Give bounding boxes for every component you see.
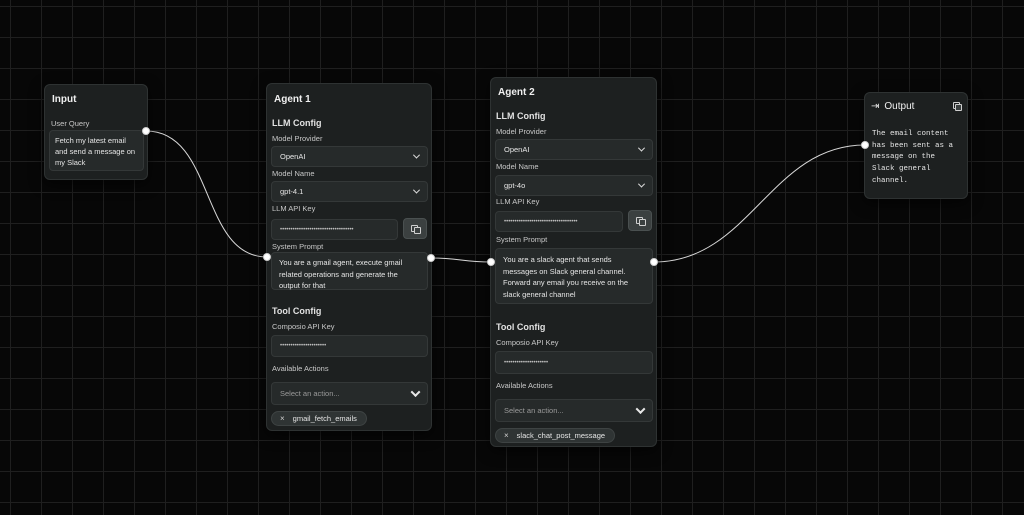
copy-icon: [411, 224, 421, 234]
agent2-model-name-label: Model Name: [496, 162, 539, 171]
agent1-copy-key-button[interactable]: [403, 218, 427, 239]
agent1-composio-key-label: Composio API Key: [272, 322, 335, 331]
agent2-model-provider-select[interactable]: OpenAI: [495, 139, 653, 160]
agent1-selected-action-label: gmail_fetch_emails: [292, 414, 357, 423]
chevron-down-icon: [637, 180, 646, 188]
agent1-llm-config-title: LLM Config: [272, 118, 322, 128]
chevron-down-icon: [410, 387, 421, 398]
chevron-down-icon: [412, 151, 421, 159]
close-icon[interactable]: ×: [504, 431, 509, 440]
agent2-node[interactable]: Agent 2 LLM Config Model Provider OpenAI…: [490, 77, 657, 447]
agent1-title: Agent 1: [274, 94, 311, 105]
agent2-selected-action-chip[interactable]: × slack_chat_post_message: [495, 428, 616, 443]
copy-icon: [952, 101, 962, 111]
output-copy-button[interactable]: [951, 100, 963, 112]
agent1-output-port[interactable]: [427, 254, 435, 262]
output-header: ⇥ Output: [871, 99, 963, 113]
copy-icon: [636, 216, 646, 226]
agent1-selected-action-chip[interactable]: × gmail_fetch_emails: [271, 411, 367, 426]
chevron-down-icon: [637, 144, 646, 152]
agent1-model-provider-label: Model Provider: [272, 134, 323, 143]
output-node-title: Output: [884, 100, 915, 112]
agent1-composio-key-input[interactable]: ••••••••••••••••••••••: [271, 335, 428, 357]
user-query-input[interactable]: Fetch my latest email and send a message…: [49, 130, 144, 171]
close-icon[interactable]: ×: [280, 414, 285, 423]
output-value: The email content has been sent as a mes…: [872, 130, 954, 185]
agent1-model-name-label: Model Name: [272, 169, 315, 178]
agent1-model-name-value: gpt-4.1: [280, 187, 304, 196]
agent1-node[interactable]: Agent 1 LLM Config Model Provider OpenAI…: [266, 83, 432, 431]
agent2-title: Agent 2: [498, 87, 535, 98]
agent2-llm-config-title: LLM Config: [496, 111, 546, 121]
agent2-api-key-label: LLM API Key: [496, 197, 540, 206]
output-node[interactable]: ⇥ Output The email content has been sent…: [864, 92, 968, 199]
agent1-model-name-select[interactable]: gpt-4.1: [271, 181, 428, 202]
agent2-model-provider-value: OpenAI: [504, 145, 530, 154]
agent2-model-name-value: gpt-4o: [504, 181, 526, 190]
user-query-label: User Query: [51, 119, 90, 128]
agent2-input-port[interactable]: [487, 258, 495, 266]
agent1-model-provider-value: OpenAI: [280, 152, 306, 161]
agent2-actions-placeholder: Select an action...: [504, 406, 564, 415]
agent2-tool-config-title: Tool Config: [496, 322, 546, 332]
agent1-model-provider-select[interactable]: OpenAI: [271, 146, 428, 167]
agent2-copy-key-button[interactable]: [628, 210, 652, 231]
input-output-port[interactable]: [142, 127, 150, 135]
chevron-down-icon: [412, 186, 421, 194]
agent2-system-prompt-input[interactable]: You are a slack agent that sends message…: [495, 248, 653, 304]
agent1-tool-config-title: Tool Config: [272, 306, 322, 316]
agent1-system-prompt-label: System Prompt: [272, 242, 324, 251]
input-node-title: Input: [52, 94, 77, 105]
agent1-actions-placeholder: Select an action...: [280, 389, 340, 398]
agent1-actions-select[interactable]: Select an action...: [271, 382, 428, 405]
output-input-port[interactable]: [861, 141, 869, 149]
agent1-actions-label: Available Actions: [272, 364, 329, 373]
agent2-composio-key-input[interactable]: •••••••••••••••••••••: [495, 351, 653, 374]
agent2-system-prompt-label: System Prompt: [496, 235, 548, 244]
agent2-output-port[interactable]: [650, 258, 658, 266]
agent1-system-prompt-input[interactable]: You are a gmail agent, execute gmail rel…: [271, 252, 428, 290]
edge-agent2-output: [653, 144, 866, 263]
logout-arrow-icon: ⇥: [871, 100, 880, 112]
agent2-api-key-input[interactable]: •••••••••••••••••••••••••••••••••••: [495, 211, 623, 232]
agent1-api-key-input[interactable]: •••••••••••••••••••••••••••••••••••: [271, 219, 398, 240]
edge-agent1-agent2: [430, 257, 492, 263]
chevron-down-icon: [635, 404, 646, 415]
agent2-selected-action-label: slack_chat_post_message: [516, 431, 606, 440]
agent1-input-port[interactable]: [263, 253, 271, 261]
agent2-actions-select[interactable]: Select an action...: [495, 399, 653, 422]
agent2-model-provider-label: Model Provider: [496, 127, 547, 136]
agent1-api-key-label: LLM API Key: [272, 204, 316, 213]
agent2-model-name-select[interactable]: gpt-4o: [495, 175, 653, 196]
input-node[interactable]: Input User Query Fetch my latest email a…: [44, 84, 148, 180]
edge-input-agent1: [145, 130, 268, 258]
agent2-composio-key-label: Composio API Key: [496, 338, 559, 347]
agent2-actions-label: Available Actions: [496, 381, 553, 390]
